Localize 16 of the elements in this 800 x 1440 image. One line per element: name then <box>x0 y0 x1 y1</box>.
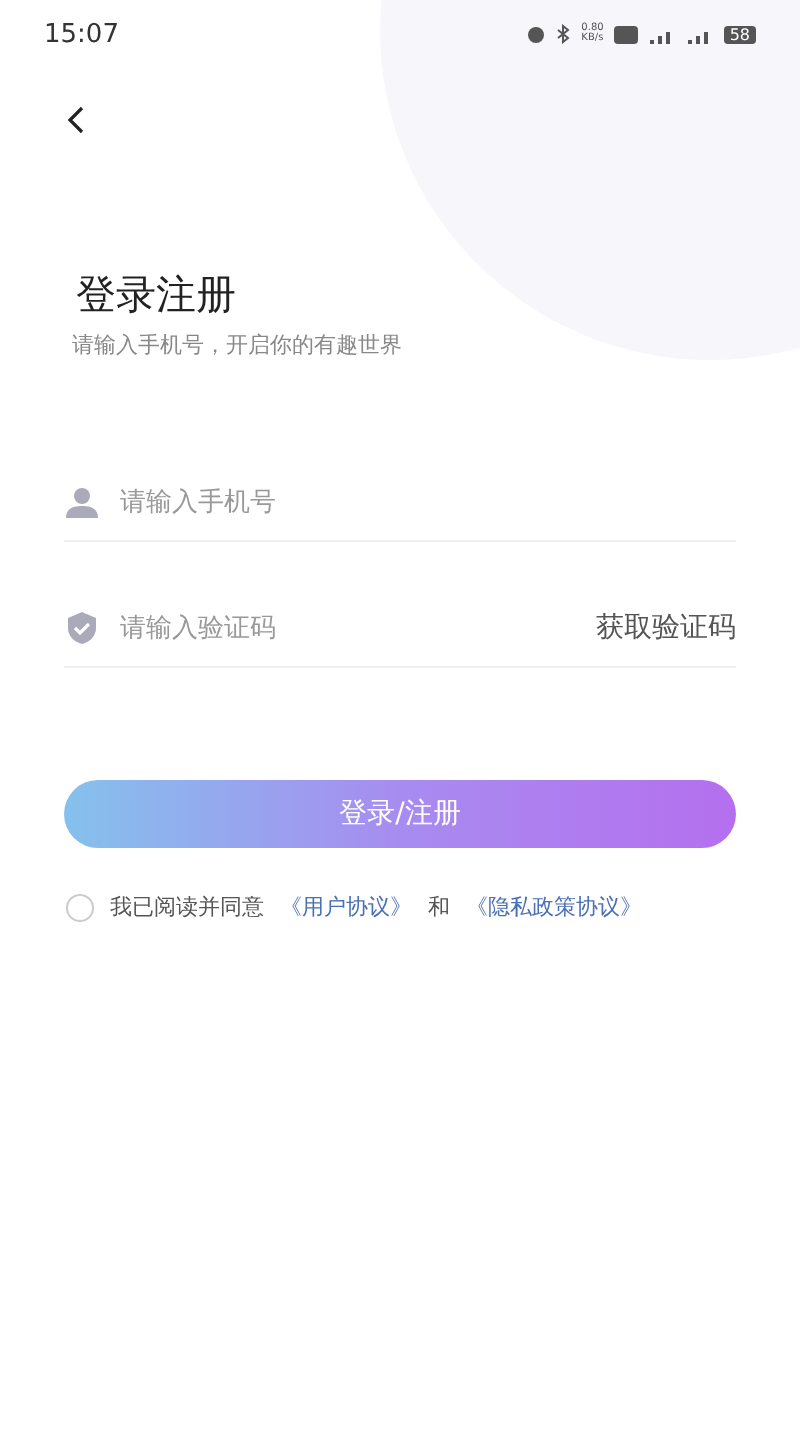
agreement-text: 我已阅读并同意 <box>110 892 264 922</box>
page-subtitle: 请输入手机号，开启你的有趣世界 <box>72 330 402 360</box>
person-icon <box>64 486 100 518</box>
agreement-checkbox[interactable] <box>66 893 94 921</box>
user-agreement-link[interactable]: 《用户协议》 <box>280 892 412 922</box>
page-title: 登录注册 <box>76 268 236 322</box>
back-icon <box>66 106 86 134</box>
login-register-button[interactable]: 登录/注册 <box>64 780 736 848</box>
conjunction-text: 和 <box>428 892 450 922</box>
shield-check-icon <box>64 610 100 646</box>
code-input-field[interactable]: 请输入验证码 <box>120 613 576 643</box>
bluetooth-icon <box>555 24 572 44</box>
get-code-button[interactable]: 获取验证码 <box>596 610 736 646</box>
phone-input-field[interactable]: 请输入手机号 <box>120 487 736 517</box>
privacy-policy-link[interactable]: 《隐私政策协议》 <box>466 892 642 922</box>
status-time: 15:07 <box>44 19 119 49</box>
